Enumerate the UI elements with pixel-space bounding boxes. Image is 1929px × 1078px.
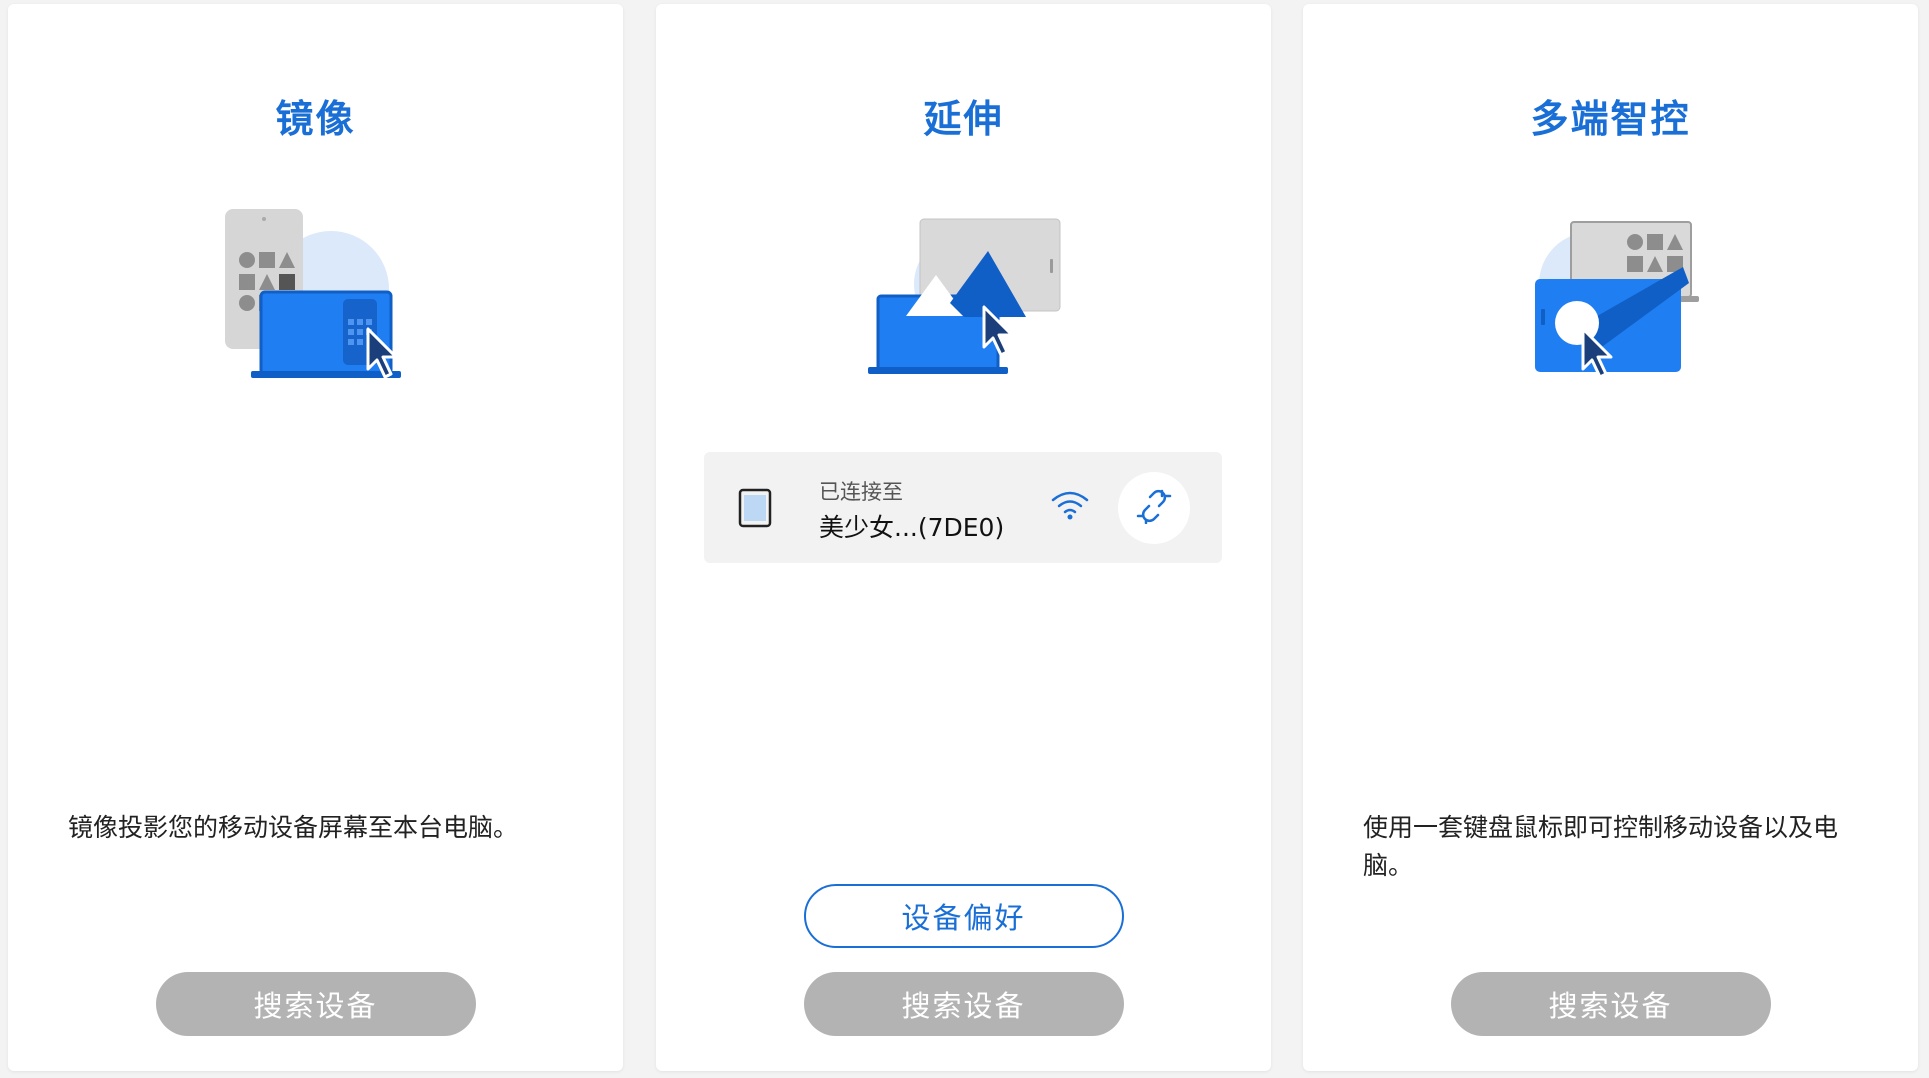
extend-display-illustration xyxy=(864,199,1064,383)
phone-to-laptop-mirror-illustration xyxy=(221,199,411,383)
tablet-icon xyxy=(738,488,772,532)
disconnect-button[interactable] xyxy=(1118,472,1190,544)
multi-device-control-description: 使用一套键盘鼠标即可控制移动设备以及电脑。 xyxy=(1363,813,1839,880)
search-devices-button[interactable]: 搜索设备 xyxy=(803,972,1124,1036)
unlink-icon xyxy=(1136,488,1172,528)
wifi-icon xyxy=(1050,488,1090,526)
search-devices-button[interactable]: 搜索设备 xyxy=(1450,972,1771,1036)
connected-device-panel: 已连接至 美少女...(7DE0) xyxy=(704,452,1222,563)
search-devices-button[interactable]: 搜索设备 xyxy=(155,972,476,1036)
mirror-title: 镜像 xyxy=(275,97,356,141)
connected-device-name: 美少女...(7DE0) xyxy=(819,513,1005,542)
multi-device-control-card: 多端智控 使用一套键盘鼠标即可控制移动设备以及电脑。 搜索设备 xyxy=(1303,4,1918,1071)
multi-device-control-title: 多端智控 xyxy=(1530,97,1691,141)
mirror-card: 镜像 镜像投影您的移动设备屏幕至本台电脑。 搜索设备 xyxy=(8,4,623,1071)
mirror-description: 镜像投影您的移动设备屏幕至本台电脑。 xyxy=(68,813,519,842)
multi-device-control-illustration xyxy=(1511,199,1711,383)
device-preferences-button[interactable]: 设备偏好 xyxy=(803,884,1124,948)
extend-card: 延伸 已连接至 美少女...(7DE0) 设备偏好 搜索设备 xyxy=(656,4,1271,1071)
connected-to-label: 已连接至 xyxy=(819,480,903,504)
extend-title: 延伸 xyxy=(923,97,1004,141)
